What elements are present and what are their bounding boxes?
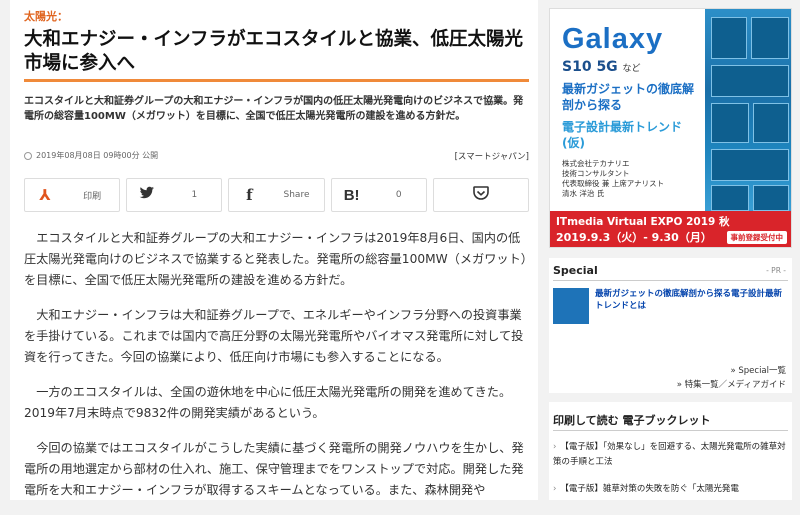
chevron-right-icon: › — [553, 442, 557, 452]
sidebar: Galaxy S10 5G など 最新ガジェットの徹底解剖から探る 電子設計最新… — [549, 0, 792, 500]
twitter-count: 1 — [191, 190, 198, 200]
pr-label: - PR - — [766, 266, 786, 275]
special-list-link[interactable]: » Special一覧 — [730, 364, 786, 376]
article-paragraph: エコスタイルと大和証券グループの大和エナジー・インフラは2019年8月6日、国内… — [24, 231, 527, 287]
facebook-share-button[interactable]: f Share — [228, 178, 325, 212]
article-body: エコスタイルと大和証券グループの大和エナジー・インフラは2019年8月6日、国内… — [24, 228, 529, 515]
expo-name: ITmedia Virtual EXPO 2019 秋 — [556, 216, 730, 228]
clock-icon — [24, 151, 32, 160]
article-meta: 2019年08月08日 09時00分 公開 [スマートジャパン] — [24, 150, 529, 164]
special-link[interactable]: 最新ガジェットの徹底解剖から探る電子設計最新トレンドとは — [595, 288, 785, 312]
register-badge[interactable]: 事前登録受付中 — [726, 231, 787, 244]
article-title: 大和エナジー・インフラがエコスタイルと協業、低圧太陽光市場に参入へ — [24, 29, 523, 74]
hatena-bookmark-button[interactable]: B! 0 — [330, 178, 427, 212]
ad-headline: 最新ガジェットの徹底解剖から探る — [562, 82, 695, 112]
expo-dates: 2019.9.3（火）- 9.30（月） — [556, 231, 712, 244]
article-category[interactable]: 太陽光： — [24, 8, 68, 24]
twitter-share-button[interactable]: 1 — [126, 178, 223, 212]
ad-brand: Galaxy — [562, 23, 664, 55]
pocket-icon — [434, 186, 528, 204]
special-section: Special - PR - 最新ガジェットの徹底解剖から探る電子設計最新トレン… — [549, 258, 792, 393]
special-heading: Special — [553, 264, 598, 277]
article-paragraph: 一方のエコスタイルは、全国の遊休地を中心に低圧太陽光発電所の開発を進めてきた。2… — [24, 385, 512, 420]
special-divider — [553, 280, 788, 281]
expo-banner: ITmedia Virtual EXPO 2019 秋 2019.9.3（火）-… — [550, 211, 791, 247]
facebook-icon: f — [246, 186, 253, 204]
ad-model: S10 5G など — [562, 59, 641, 75]
twitter-bird-icon — [127, 186, 167, 204]
circuit-board-image — [705, 9, 791, 214]
hatena-count: 0 — [395, 190, 402, 200]
print-button[interactable]: ⅄ 印刷 — [24, 178, 121, 212]
expo-ad-banner[interactable]: Galaxy S10 5G など 最新ガジェットの徹底解剖から探る 電子設計最新… — [549, 8, 792, 248]
chevron-right-icon: › — [553, 484, 557, 494]
article-source[interactable]: [スマートジャパン] — [455, 150, 529, 162]
publish-date: 2019年08月08日 09時00分 公開 — [36, 151, 159, 160]
ad-speaker: 株式会社テカナリエ 技術コンサルタント 代表取締役 兼 上席アナリスト 清水 洋… — [562, 159, 665, 198]
print-icon: ⅄ — [39, 186, 51, 204]
booklet-item[interactable]: › 【電子版】「効果なし」を回避する、太陽光発電所の雑草対策の手順と工法 — [553, 440, 788, 470]
booklet-section: 印刷して読む 電子ブックレット › 【電子版】「効果なし」を回避する、太陽光発電所… — [549, 402, 792, 500]
print-label: 印刷 — [83, 191, 102, 202]
booklet-divider — [553, 430, 788, 431]
pocket-button[interactable] — [432, 178, 530, 212]
ad-headline-2: 電子設計最新トレンド(仮) — [562, 120, 683, 150]
hatena-bookmark-icon: B! — [343, 186, 360, 204]
title-divider — [24, 79, 529, 82]
article-paragraph: 大和エナジー・インフラは大和証券グループで、エネルギーやインフラ分野への投資事業… — [24, 308, 524, 364]
article-column: 太陽光： 大和エナジー・インフラがエコスタイルと協業、低圧太陽光市場に参入へ エ… — [10, 0, 538, 500]
booklet-item[interactable]: › 【電子版】雑草対策の失敗を防ぐ「太陽光発電 — [553, 482, 788, 497]
booklet-heading: 印刷して読む 電子ブックレット — [553, 414, 711, 427]
facebook-label: Share — [283, 190, 310, 200]
article-paragraph: 今回の協業ではエコスタイルがこうした実績に基づく発電所の開発ノウハウを生かし、発… — [24, 441, 524, 497]
special-thumbnail[interactable] — [553, 288, 589, 324]
share-bar: ⅄ 印刷 1 f Share B! 0 — [24, 178, 530, 212]
article-lead: エコスタイルと大和証券グループの大和エナジー・インフラが国内の低圧太陽光発電向け… — [24, 96, 524, 122]
feature-list-link[interactable]: » 特集一覧／メディアガイド — [677, 378, 786, 390]
